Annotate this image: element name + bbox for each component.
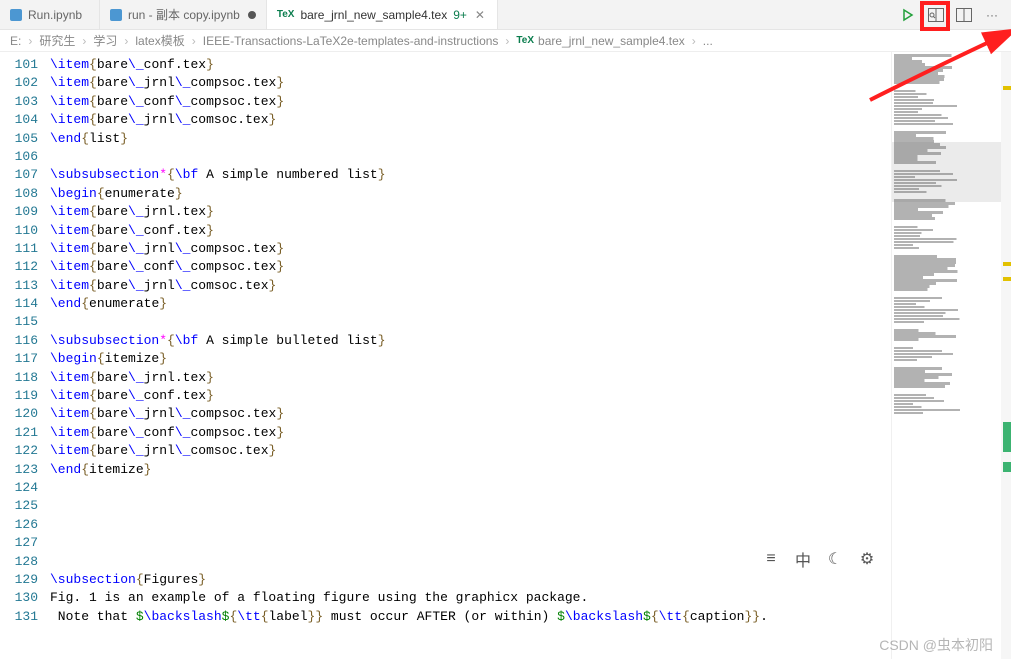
tab-run-ipynb[interactable]: Run.ipynb	[0, 0, 100, 29]
overview-ruler[interactable]	[1001, 52, 1011, 659]
tex-icon: TeX	[516, 35, 534, 46]
preview-side-icon[interactable]	[927, 6, 945, 24]
breadcrumb[interactable]: E:› 研究生› 学习› latex模板› IEEE-Transactions-…	[0, 30, 1011, 52]
dirty-indicator-icon	[248, 11, 256, 19]
minimap[interactable]	[891, 52, 1011, 659]
crumb[interactable]: latex模板	[135, 32, 184, 49]
moon-icon[interactable]: ☾	[825, 549, 845, 569]
jupyter-icon	[10, 9, 22, 21]
crumb[interactable]: IEEE-Transactions-LaTeX2e-templates-and-…	[203, 34, 499, 48]
tab-run-copy-ipynb[interactable]: run - 副本 copy.ipynb	[100, 0, 267, 29]
code-content[interactable]: \item{bare\_conf.tex}\item{bare\_jrnl\_c…	[50, 52, 768, 659]
tab-actions: ···	[899, 0, 1011, 29]
crumb[interactable]: bare_jrnl_new_sample4.tex	[538, 34, 685, 48]
tab-label: Run.ipynb	[28, 8, 82, 22]
line-number-gutter: 1011021031041051061071081091101111121131…	[0, 52, 50, 659]
language-icon[interactable]: 中	[793, 549, 813, 569]
crumb[interactable]: 学习	[93, 32, 117, 49]
tab-label: run - 副本 copy.ipynb	[128, 6, 240, 23]
crumb[interactable]: E:	[10, 34, 21, 48]
crumb[interactable]: ...	[703, 34, 713, 48]
tab-bar: Run.ipynb run - 副本 copy.ipynb TeX bare_j…	[0, 0, 1011, 30]
close-icon[interactable]: ✕	[473, 8, 487, 22]
crumb[interactable]: 研究生	[39, 32, 75, 49]
run-icon[interactable]	[899, 6, 917, 24]
gear-icon[interactable]: ⚙	[857, 549, 877, 569]
tab-label: bare_jrnl_new_sample4.tex	[300, 8, 447, 22]
problems-badge: 9+	[453, 8, 467, 22]
latex-toolbar: ≡ 中 ☾ ⚙	[757, 547, 881, 571]
tab-bare-jrnl-tex[interactable]: TeX bare_jrnl_new_sample4.tex 9+ ✕	[267, 0, 498, 29]
tex-icon: TeX	[277, 9, 295, 20]
more-actions-icon[interactable]: ···	[983, 6, 1001, 24]
align-icon[interactable]: ≡	[761, 549, 781, 569]
jupyter-icon	[110, 9, 122, 21]
split-editor-icon[interactable]	[955, 6, 973, 24]
